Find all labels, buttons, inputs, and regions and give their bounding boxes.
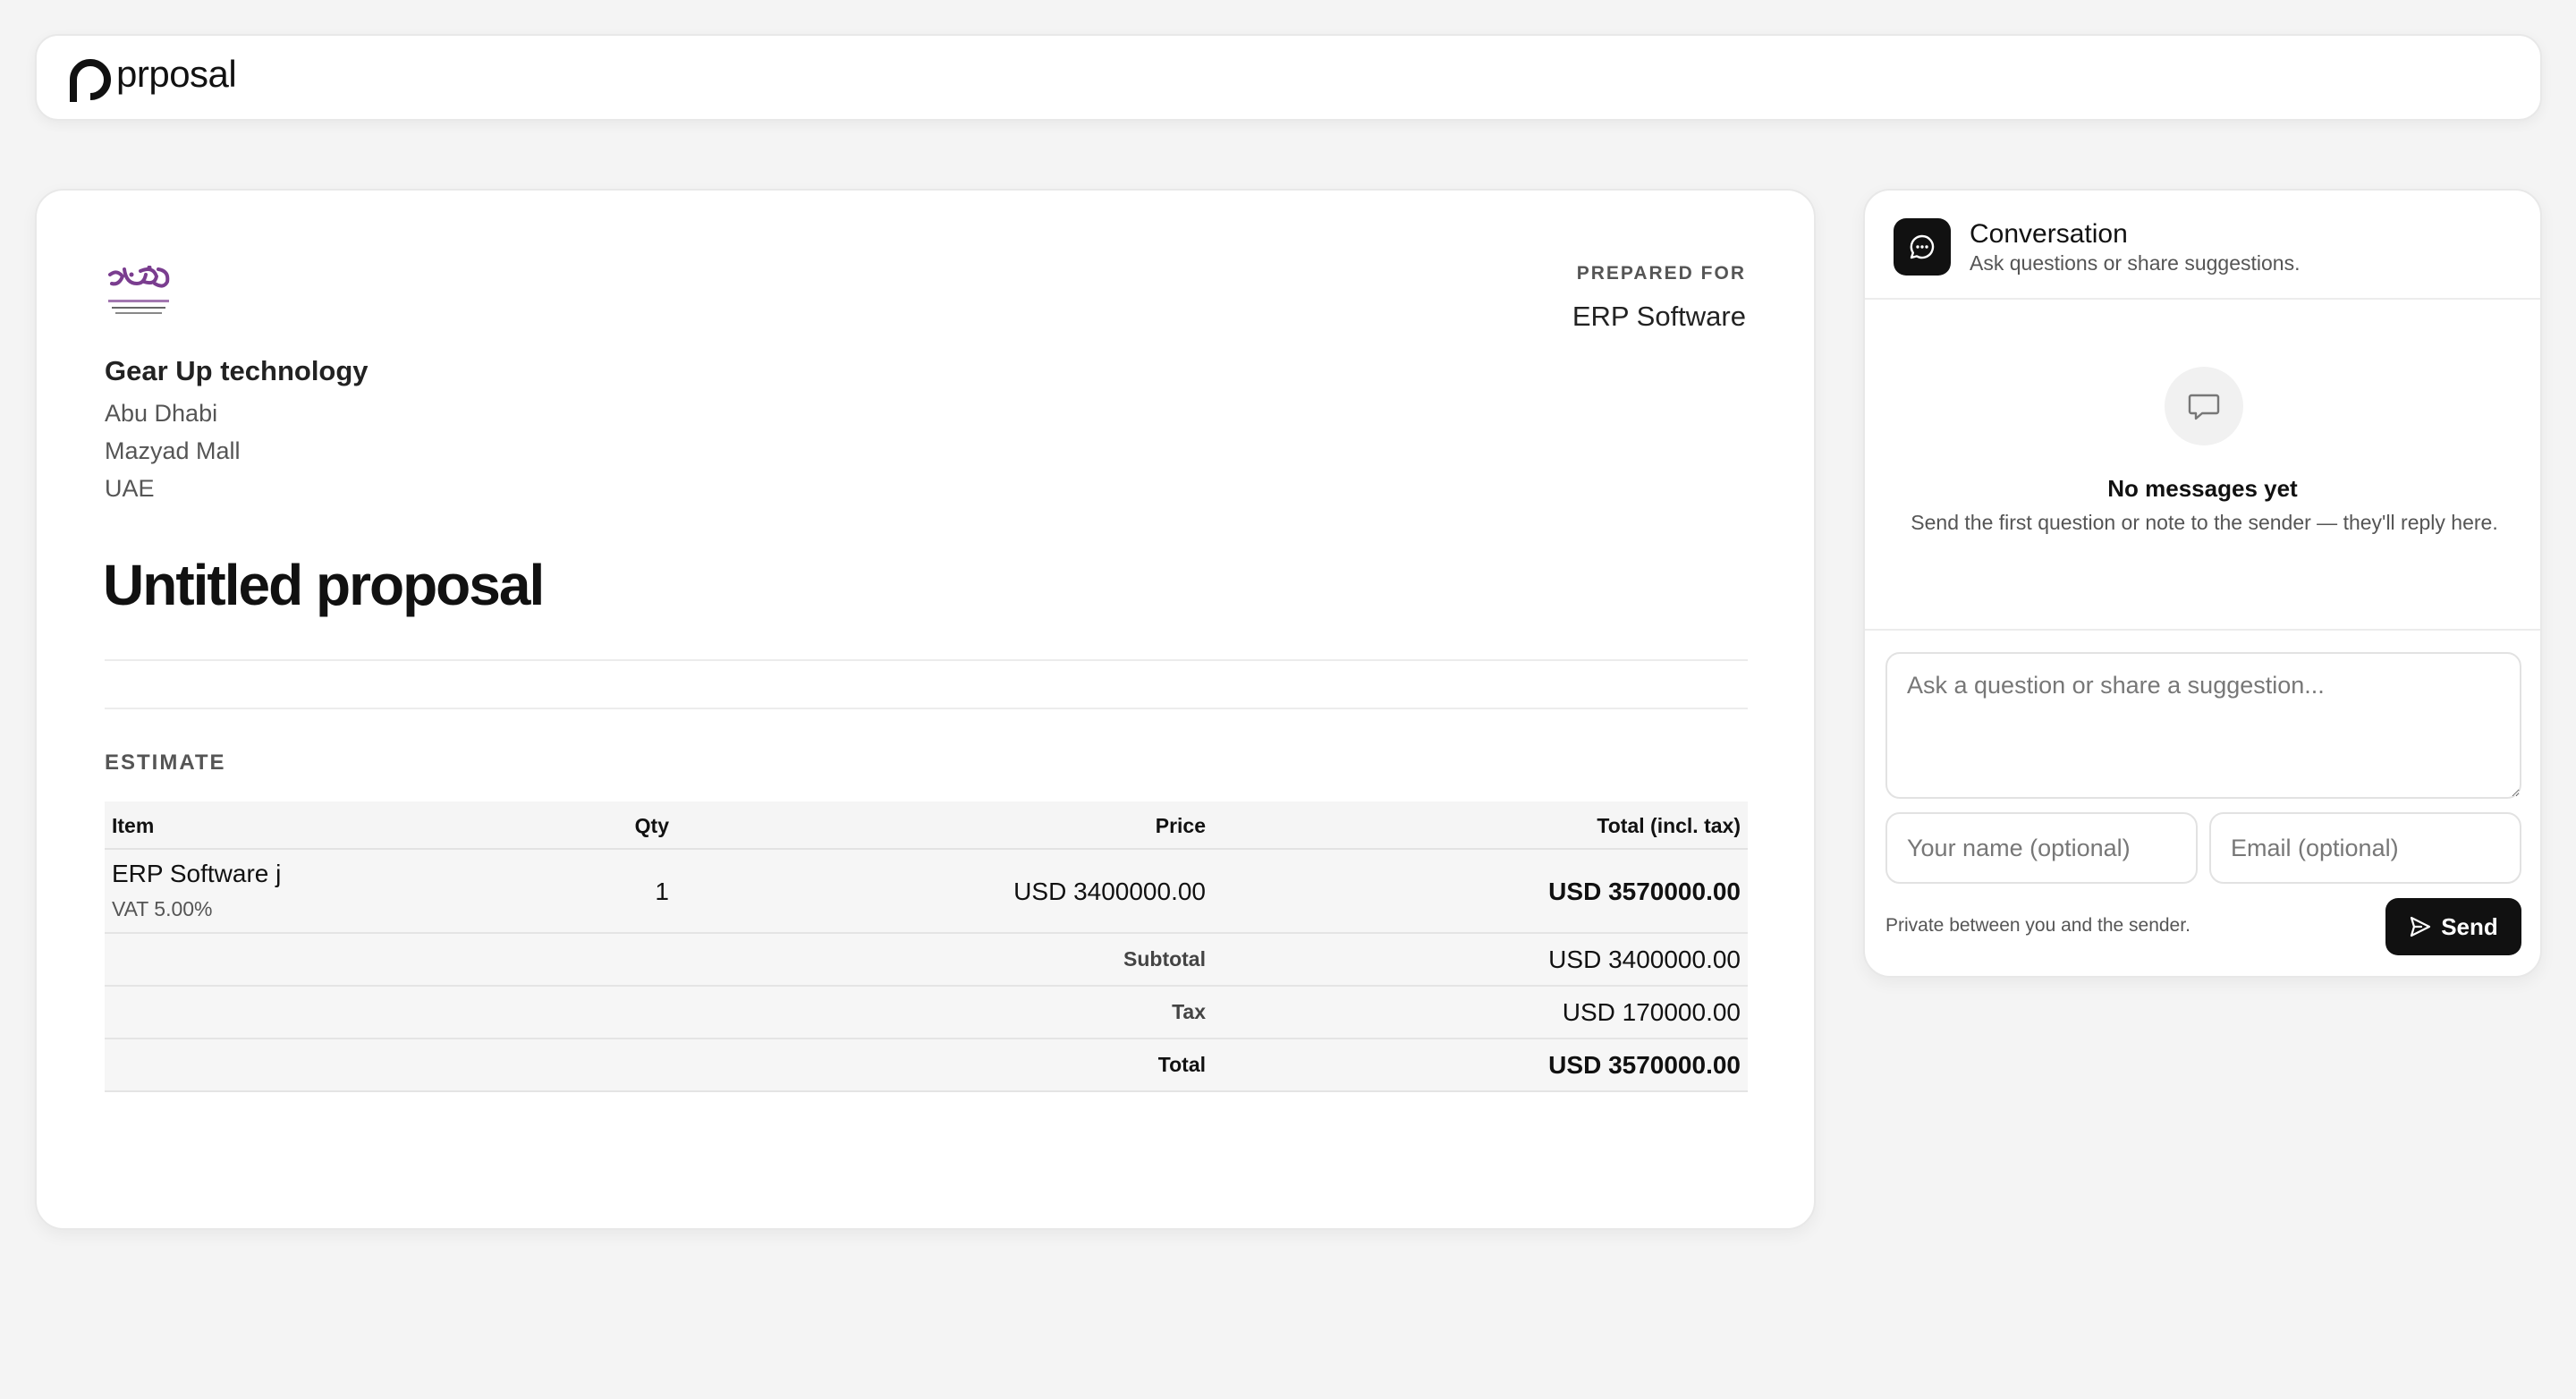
- divider: [105, 659, 1748, 661]
- item-tax-note: VAT 5.00%: [112, 897, 213, 920]
- total-row: Total USD 3570000.00: [105, 1039, 1748, 1092]
- message-square-icon: [2165, 367, 2243, 445]
- tax-value: USD 170000.00: [1562, 998, 1741, 1026]
- subtotal-value: USD 3400000.00: [1548, 945, 1741, 973]
- conversation-subtitle: Ask questions or share suggestions.: [1970, 251, 2301, 275]
- company-name: Gear Up technology: [105, 355, 369, 386]
- brand-p-icon: [70, 59, 111, 102]
- empty-title: No messages yet: [2107, 475, 2298, 502]
- header-item: Item: [112, 814, 155, 837]
- estimate-heading: ESTIMATE: [105, 750, 226, 775]
- top-bar: prposal: [35, 34, 2542, 121]
- tax-label: Tax: [1172, 1000, 1206, 1023]
- prepared-for-name: ERP Software: [1572, 301, 1746, 332]
- message-input[interactable]: [1885, 652, 2521, 799]
- subtotal-row: Subtotal USD 3400000.00: [105, 934, 1748, 987]
- prepared-for-block: PREPARED FOR ERP Software: [1572, 263, 1746, 333]
- send-label: Send: [2441, 912, 2498, 940]
- estimate-table: Item Qty Price Total (incl. tax) ERP Sof…: [105, 801, 1748, 1092]
- proposal-title: Untitled proposal: [103, 553, 545, 617]
- header-total: Total (incl. tax): [1597, 814, 1741, 837]
- subtotal-label: Subtotal: [1123, 947, 1206, 971]
- privacy-note: Private between you and the sender.: [1885, 915, 2190, 936]
- tax-row: Tax USD 170000.00: [105, 987, 1748, 1039]
- address-line: Abu Dhabi: [105, 400, 218, 427]
- item-name: ERP Software j: [112, 860, 282, 887]
- conversation-title: Conversation: [1970, 219, 2128, 249]
- brand-name: prposal: [116, 53, 237, 95]
- empty-description: Send the first question or note to the s…: [1911, 511, 2498, 534]
- prepared-for-label: PREPARED FOR: [1576, 263, 1746, 284]
- item-price: USD 3400000.00: [1013, 878, 1206, 905]
- conversation-panel: Conversation Ask questions or share sugg…: [1863, 189, 2542, 978]
- address-line: Mazyad Mall: [105, 437, 241, 464]
- send-icon: [2411, 916, 2431, 937]
- total-value: USD 3570000.00: [1548, 1051, 1741, 1079]
- name-field[interactable]: [1885, 812, 2198, 884]
- table-row: ERP Software j VAT 5.00% 1 USD 3400000.0…: [105, 850, 1748, 934]
- client-logo: [108, 266, 170, 314]
- header-qty: Qty: [634, 814, 669, 837]
- conversation-header: Conversation Ask questions or share sugg…: [1865, 191, 2540, 300]
- total-label: Total: [1157, 1053, 1206, 1076]
- header-price: Price: [1155, 814, 1206, 837]
- item-qty: 1: [655, 878, 669, 905]
- chat-bubble-icon: [1894, 218, 1951, 276]
- address-line: UAE: [105, 475, 155, 502]
- send-button[interactable]: Send: [2385, 898, 2521, 955]
- item-total: USD 3570000.00: [1548, 878, 1741, 905]
- proposal-document: PREPARED FOR ERP Software Gear Up techno…: [35, 189, 1816, 1230]
- table-header-row: Item Qty Price Total (incl. tax): [105, 801, 1748, 850]
- company-block: Gear Up technology Abu Dhabi Mazyad Mall…: [105, 355, 369, 502]
- divider: [105, 708, 1748, 709]
- empty-state: No messages yet Send the first question …: [1865, 300, 2540, 631]
- email-field[interactable]: [2209, 812, 2521, 884]
- brand-logo[interactable]: prposal: [66, 53, 237, 104]
